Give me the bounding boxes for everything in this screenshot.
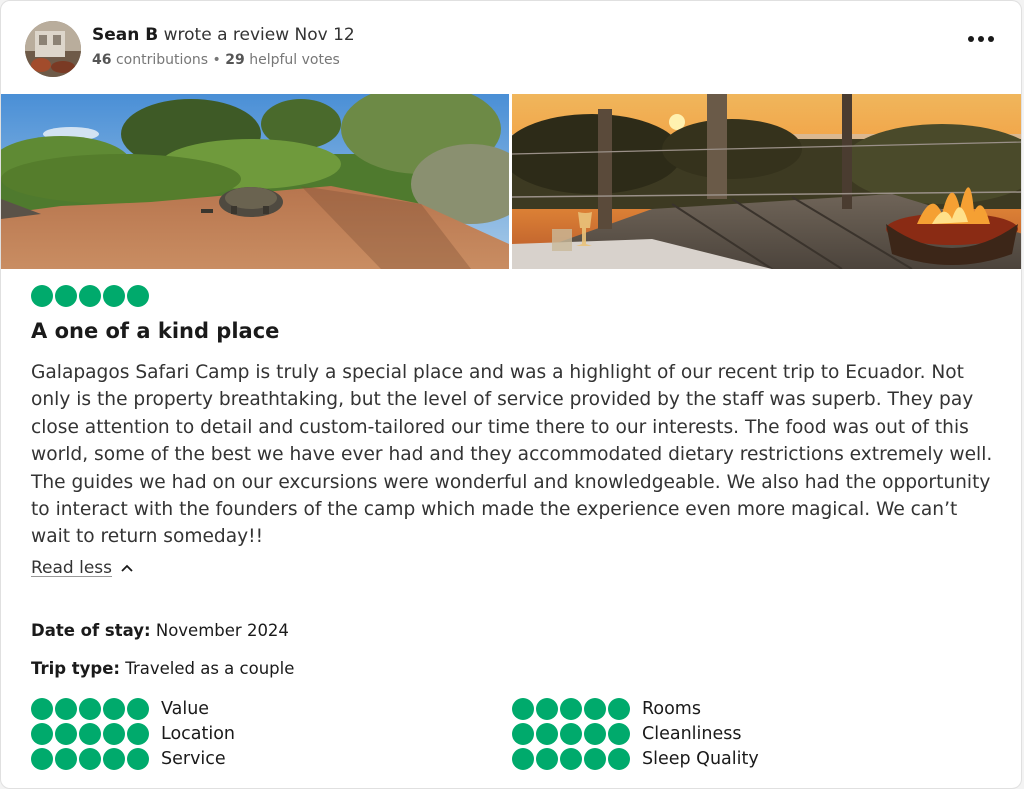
sub-rating-label: Location	[161, 723, 236, 744]
sub-rating-row: Cleanliness	[512, 721, 759, 746]
rating-bubble	[127, 285, 149, 307]
sub-rating-bubbles	[31, 697, 149, 720]
review-header: Sean B wrote a review Nov 12 46 contribu…	[25, 21, 995, 77]
rating-bubble	[560, 747, 582, 770]
sub-rating-label: Cleanliness	[642, 723, 742, 744]
overall-rating-bubbles	[31, 285, 149, 307]
contributions-count: 46	[92, 52, 112, 68]
sub-rating-bubbles	[512, 697, 630, 720]
trip-type: Trip type: Traveled as a couple	[31, 659, 294, 678]
date-of-stay: Date of stay: November 2024	[31, 621, 289, 640]
rating-bubble	[536, 747, 558, 770]
rating-bubble	[584, 747, 606, 770]
review-action: wrote a review Nov 12	[163, 25, 355, 45]
rating-bubble	[512, 747, 534, 770]
reviewer-stats: 46 contributions • 29 helpful votes	[92, 52, 355, 68]
tortoise-on-dirt-road-photo[interactable]	[1, 94, 509, 269]
sunset-deck-firepit-photo[interactable]	[512, 94, 1021, 269]
rating-bubble	[55, 722, 77, 745]
rating-bubble	[608, 697, 630, 720]
rating-bubble	[79, 285, 101, 307]
sub-rating-bubbles	[31, 722, 149, 745]
read-less-button[interactable]: Read less	[31, 558, 134, 578]
rating-bubble	[31, 285, 53, 307]
sub-rating-row: Sleep Quality	[512, 746, 759, 771]
sub-rating-bubbles	[31, 747, 149, 770]
rating-bubble	[512, 722, 534, 745]
helpful-votes-count: 29	[225, 52, 245, 68]
rating-bubble	[103, 285, 125, 307]
sub-rating-label: Value	[161, 698, 210, 719]
trip-type-label: Trip type:	[31, 659, 121, 678]
rating-bubble	[127, 747, 149, 770]
sub-ratings-right: Rooms Cleanliness Sleep Quality	[512, 696, 759, 771]
sub-rating-bubbles	[512, 747, 630, 770]
stats-separator: •	[212, 52, 221, 68]
trip-type-value: Traveled as a couple	[125, 659, 295, 678]
sub-rating-row: Rooms	[512, 696, 759, 721]
contributions-label: contributions	[115, 52, 209, 68]
reviewer-meta: Sean B wrote a review Nov 12 46 contribu…	[92, 25, 355, 68]
rating-bubble	[55, 747, 77, 770]
sub-ratings-left: Value Location Service	[31, 696, 235, 771]
review-body: Galapagos Safari Camp is truly a special…	[31, 362, 993, 548]
rating-bubble	[31, 747, 53, 770]
rating-bubble	[103, 722, 125, 745]
rating-bubble	[127, 722, 149, 745]
review-card: Sean B wrote a review Nov 12 46 contribu…	[0, 0, 1022, 789]
sub-rating-label: Rooms	[642, 698, 701, 719]
rating-bubble	[536, 722, 558, 745]
reviewer-name[interactable]: Sean B	[92, 25, 158, 45]
rating-bubble	[608, 747, 630, 770]
rating-bubble	[79, 697, 101, 720]
more-options-icon[interactable]	[965, 29, 997, 49]
review-photos	[1, 94, 1021, 269]
date-of-stay-value: November 2024	[155, 621, 289, 640]
rating-bubble	[79, 722, 101, 745]
rating-bubble	[560, 722, 582, 745]
sub-rating-row: Location	[31, 721, 235, 746]
sub-rating-row: Service	[31, 746, 235, 771]
rating-bubble	[536, 697, 558, 720]
rating-bubble	[31, 722, 53, 745]
read-less-label: Read less	[31, 558, 113, 578]
rating-bubble	[512, 697, 534, 720]
reviewer-line: Sean B wrote a review Nov 12	[92, 25, 355, 45]
rating-bubble	[55, 697, 77, 720]
rating-bubble	[127, 697, 149, 720]
rating-bubble	[103, 697, 125, 720]
rating-bubble	[103, 747, 125, 770]
sub-rating-label: Sleep Quality	[642, 748, 759, 769]
rating-bubble	[79, 747, 101, 770]
sub-rating-bubbles	[512, 722, 630, 745]
sub-rating-row: Value	[31, 696, 235, 721]
date-of-stay-label: Date of stay:	[31, 621, 151, 640]
avatar[interactable]	[25, 21, 81, 77]
rating-bubble	[55, 285, 77, 307]
rating-bubble	[560, 697, 582, 720]
sub-rating-label: Service	[161, 748, 226, 769]
rating-bubble	[31, 697, 53, 720]
rating-bubble	[608, 722, 630, 745]
review-title[interactable]: A one of a kind place	[31, 319, 279, 343]
avatar-image	[25, 21, 81, 77]
rating-bubble	[584, 722, 606, 745]
rating-bubble	[584, 697, 606, 720]
helpful-votes-label: helpful votes	[249, 52, 340, 68]
chevron-up-icon	[121, 564, 133, 572]
